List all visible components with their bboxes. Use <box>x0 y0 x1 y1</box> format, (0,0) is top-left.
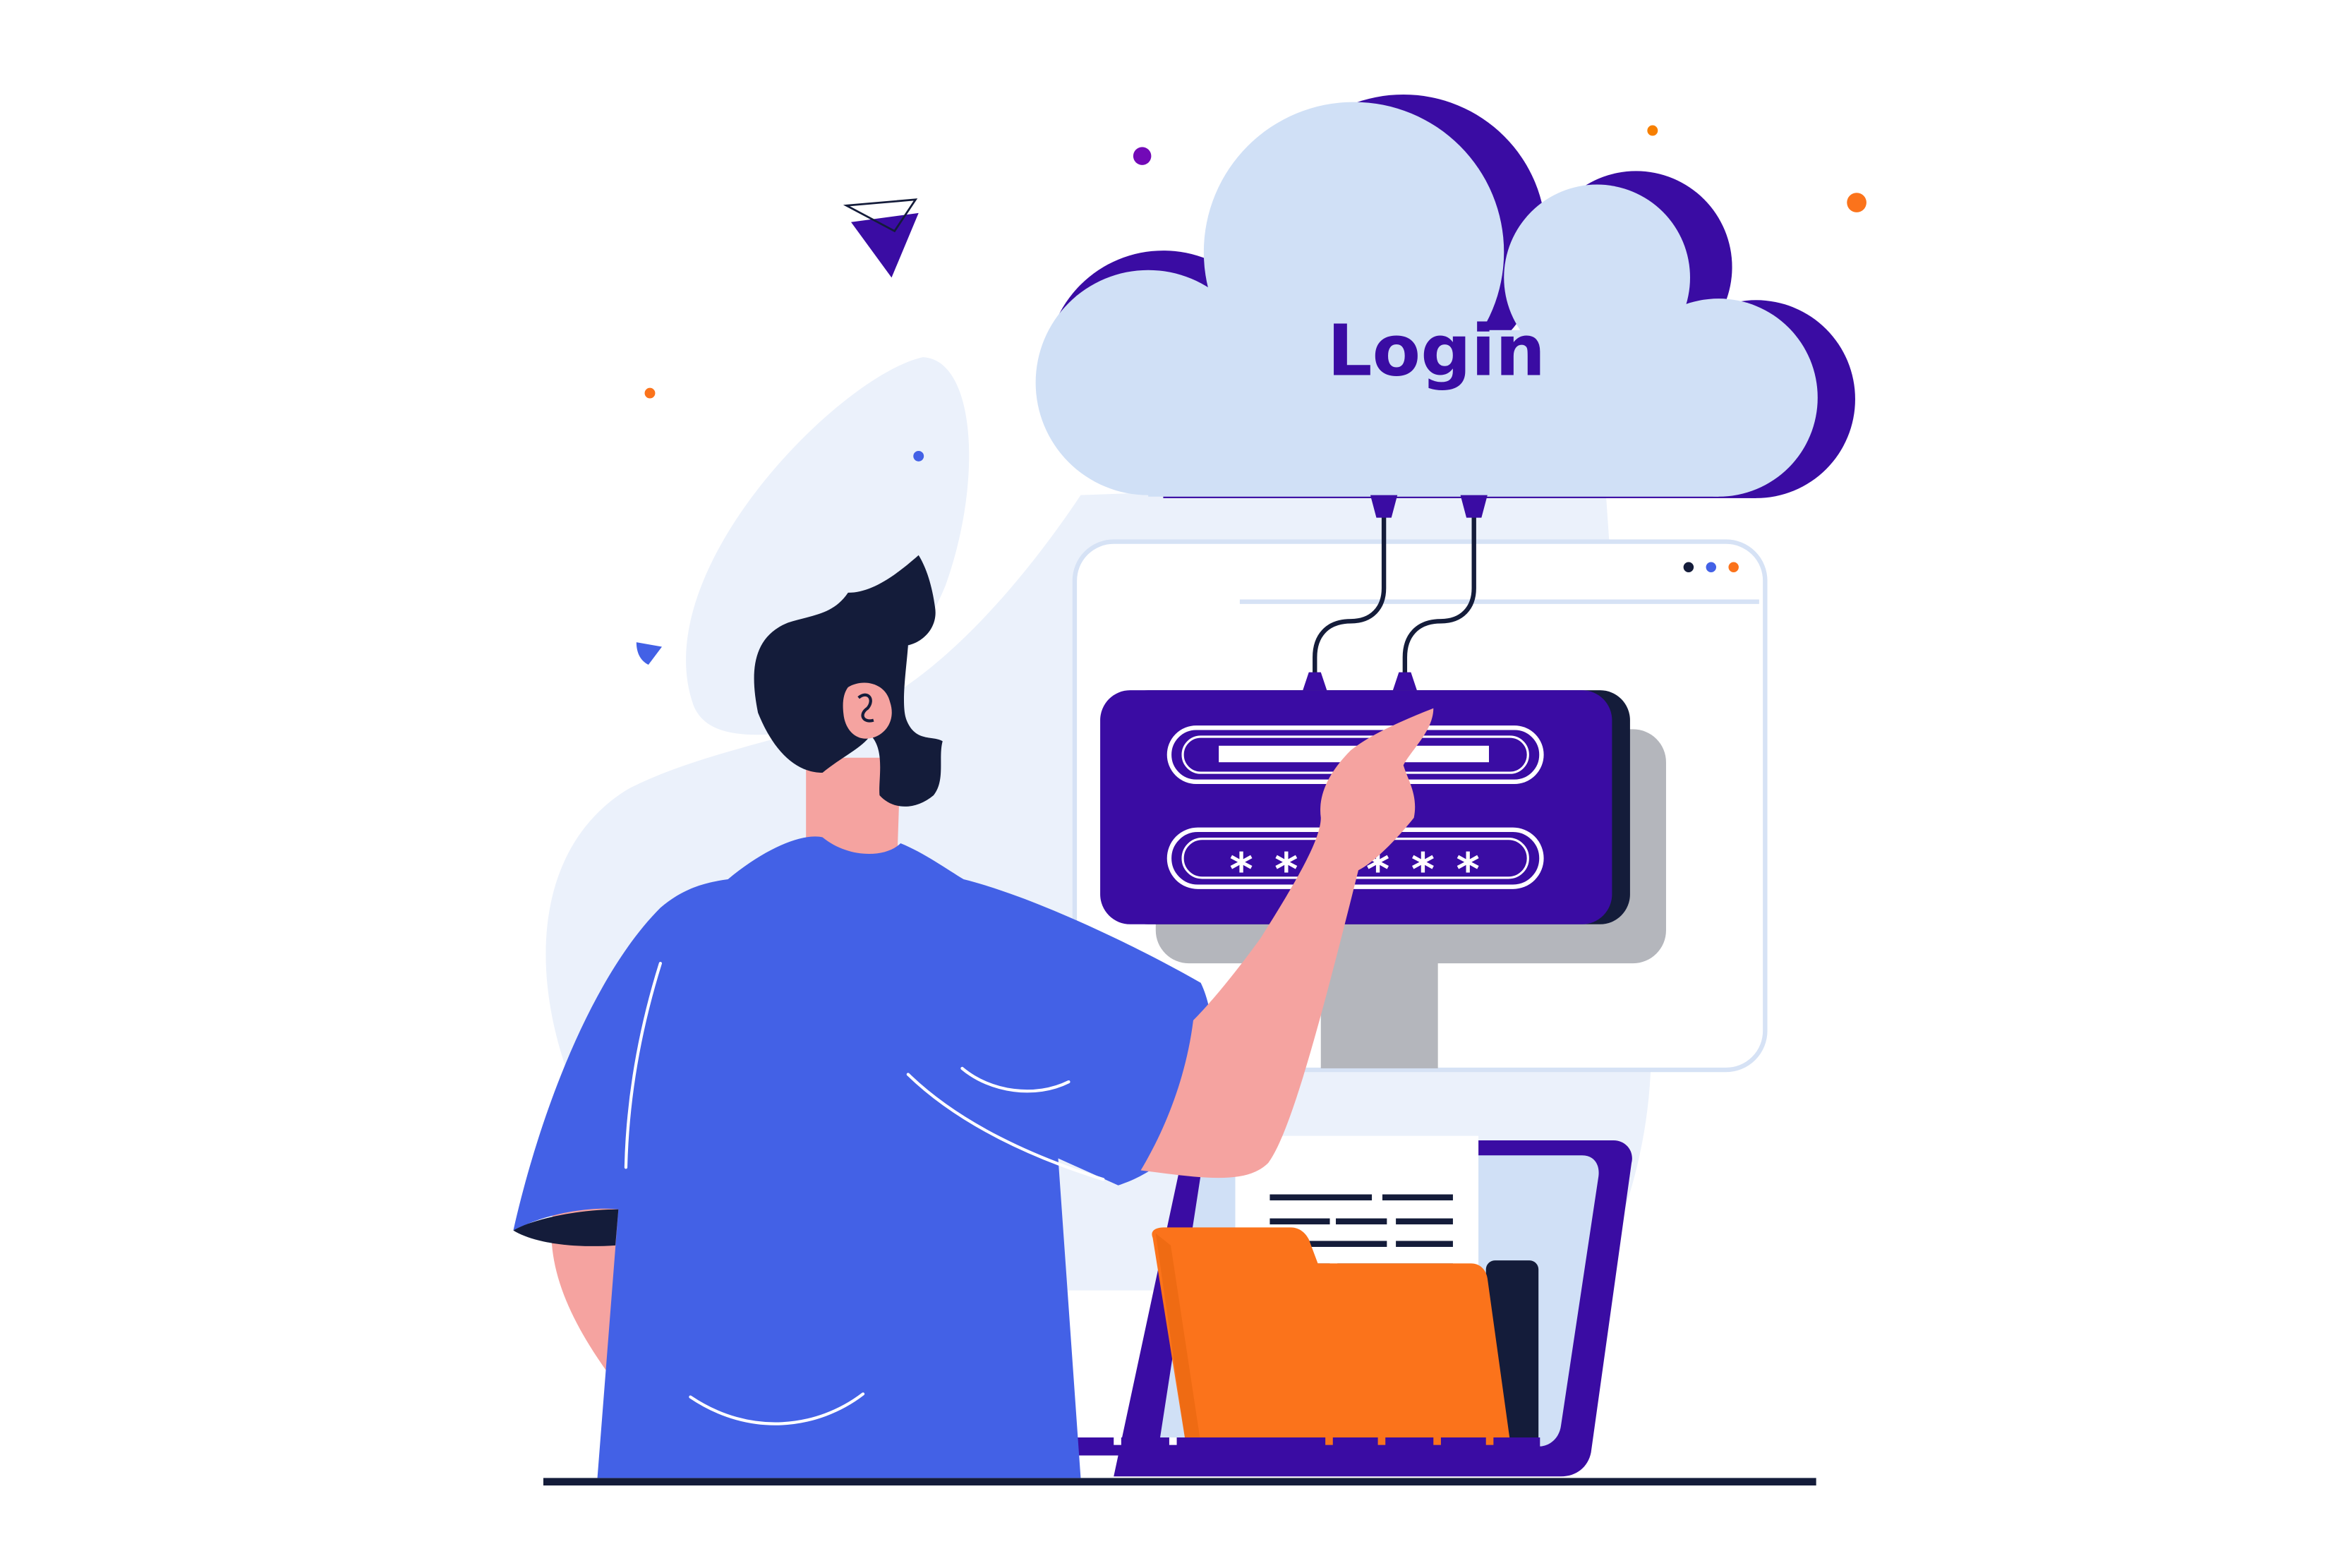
login-cloud: Login <box>1035 94 1855 498</box>
password-mask-char: * <box>1229 845 1253 897</box>
password-mask-char: * <box>1457 845 1480 897</box>
ground-line <box>543 1478 1816 1486</box>
login-cloud-illustration: Login * * * * * * <box>513 94 1866 1486</box>
window-dot-blue <box>1706 562 1717 572</box>
password-mask-char: * <box>1411 845 1435 897</box>
cloud-login-label: Login <box>1327 310 1545 392</box>
window-dot-orange <box>1728 562 1739 572</box>
laptop-keyboard-edge <box>1059 1437 1540 1456</box>
window-dot-dark <box>1683 562 1694 572</box>
